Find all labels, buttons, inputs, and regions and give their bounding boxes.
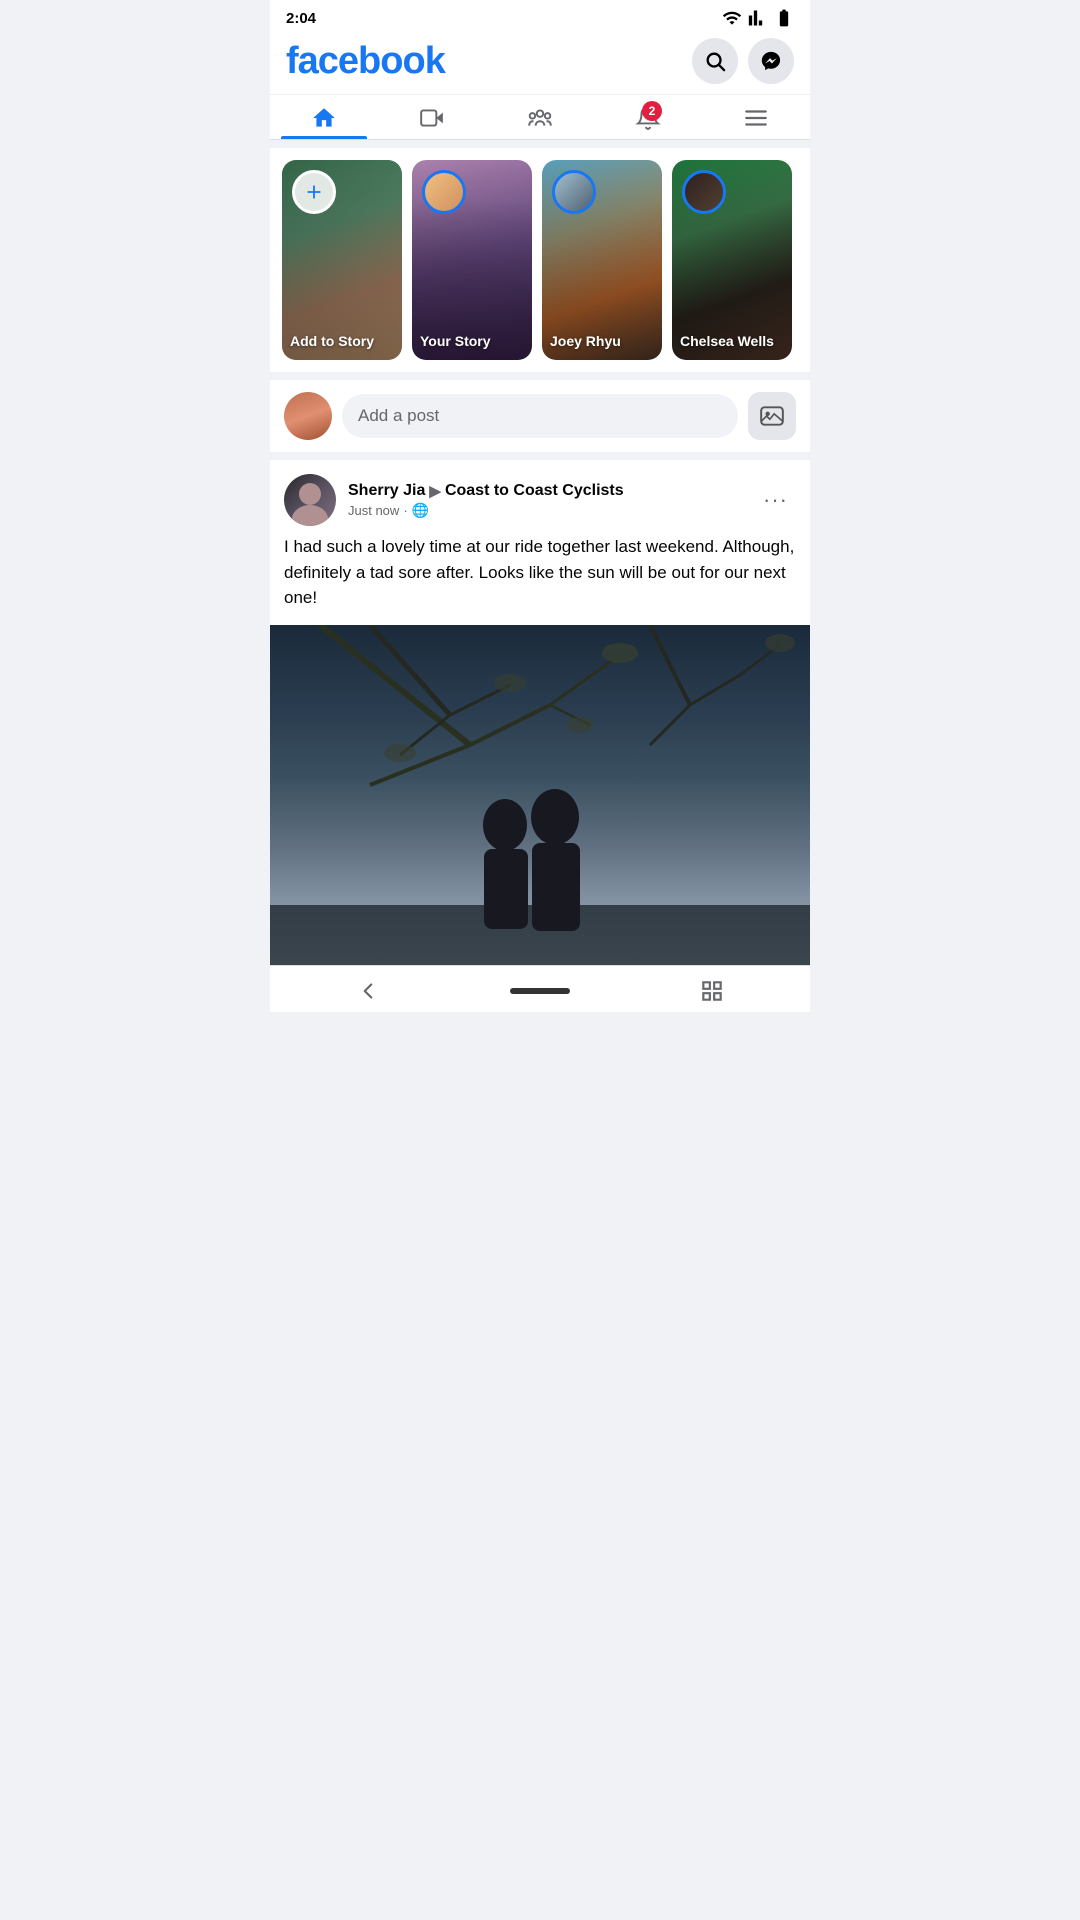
story-add-label: Add to Story bbox=[290, 333, 398, 350]
wifi-icon bbox=[722, 8, 742, 28]
tab-menu[interactable] bbox=[702, 95, 810, 139]
avatar-silhouette bbox=[284, 474, 336, 526]
back-button[interactable] bbox=[355, 978, 381, 1004]
facebook-logo: facebook bbox=[286, 40, 445, 83]
post-meta: Sherry Jia ▶ Coast to Coast Cyclists Jus… bbox=[348, 482, 743, 519]
video-icon bbox=[419, 105, 445, 131]
story-add-btn[interactable] bbox=[292, 170, 336, 214]
couple-silhouette-svg bbox=[270, 745, 810, 965]
notification-badge: 2 bbox=[642, 101, 662, 121]
rotate-icon bbox=[699, 978, 725, 1004]
story-yours[interactable]: Your Story bbox=[412, 160, 532, 360]
messenger-button[interactable] bbox=[748, 38, 794, 84]
battery-icon bbox=[774, 8, 794, 28]
nav-tabs: 2 bbox=[270, 94, 810, 140]
groups-icon bbox=[527, 105, 553, 131]
post-section: Sherry Jia ▶ Coast to Coast Cyclists Jus… bbox=[270, 460, 810, 965]
back-icon bbox=[355, 978, 381, 1004]
photo-icon bbox=[759, 403, 785, 429]
add-post-section: Add a post bbox=[270, 380, 810, 452]
post-body-text: I had such a lovely time at our ride tog… bbox=[270, 534, 810, 625]
post-more-button[interactable]: ··· bbox=[755, 483, 796, 517]
current-user-avatar bbox=[284, 392, 332, 440]
add-post-input[interactable]: Add a post bbox=[342, 394, 738, 438]
menu-icon bbox=[743, 105, 769, 131]
post-author-line: Sherry Jia ▶ Coast to Coast Cyclists bbox=[348, 482, 743, 500]
photo-button[interactable] bbox=[748, 392, 796, 440]
story-chelsea[interactable]: Chelsea Wells bbox=[672, 160, 792, 360]
story-joey-label: Joey Rhyu bbox=[550, 333, 658, 350]
privacy-icon: 🌐 bbox=[412, 502, 429, 519]
bottom-nav bbox=[270, 965, 810, 1012]
post-author-name[interactable]: Sherry Jia bbox=[348, 482, 425, 500]
story-add[interactable]: Add to Story bbox=[282, 160, 402, 360]
story-joey[interactable]: Joey Rhyu bbox=[542, 160, 662, 360]
tab-notifications[interactable]: 2 bbox=[594, 95, 702, 139]
header-icons bbox=[692, 38, 794, 84]
rotate-button[interactable] bbox=[699, 978, 725, 1004]
post-author-avatar[interactable] bbox=[284, 474, 336, 526]
search-icon bbox=[704, 50, 726, 72]
tab-groups[interactable] bbox=[486, 95, 594, 139]
home-icon bbox=[311, 105, 337, 131]
post-header: Sherry Jia ▶ Coast to Coast Cyclists Jus… bbox=[270, 460, 810, 534]
header: facebook bbox=[270, 32, 810, 94]
stories-section: Add to Story Your Story Joey Rhyu Chelse… bbox=[270, 148, 810, 372]
home-pill[interactable] bbox=[510, 988, 570, 994]
story-chelsea-avatar bbox=[682, 170, 726, 214]
signal-icon bbox=[748, 8, 768, 28]
plus-icon bbox=[303, 181, 325, 203]
search-button[interactable] bbox=[692, 38, 738, 84]
story-your-label: Your Story bbox=[420, 333, 528, 350]
status-bar: 2:04 bbox=[270, 0, 810, 32]
post-group-arrow: ▶ bbox=[429, 482, 441, 500]
post-group-name[interactable]: Coast to Coast Cyclists bbox=[445, 482, 624, 500]
story-joey-avatar bbox=[552, 170, 596, 214]
status-time: 2:04 bbox=[286, 10, 316, 27]
status-icons bbox=[722, 8, 794, 28]
post-image[interactable] bbox=[270, 625, 810, 965]
post-time-line: Just now · 🌐 bbox=[348, 502, 743, 519]
messenger-icon bbox=[760, 50, 782, 72]
post-timestamp: Just now bbox=[348, 503, 399, 518]
story-your-avatar bbox=[422, 170, 466, 214]
story-chelsea-label: Chelsea Wells bbox=[680, 333, 788, 350]
tab-home[interactable] bbox=[270, 95, 378, 139]
tab-video[interactable] bbox=[378, 95, 486, 139]
